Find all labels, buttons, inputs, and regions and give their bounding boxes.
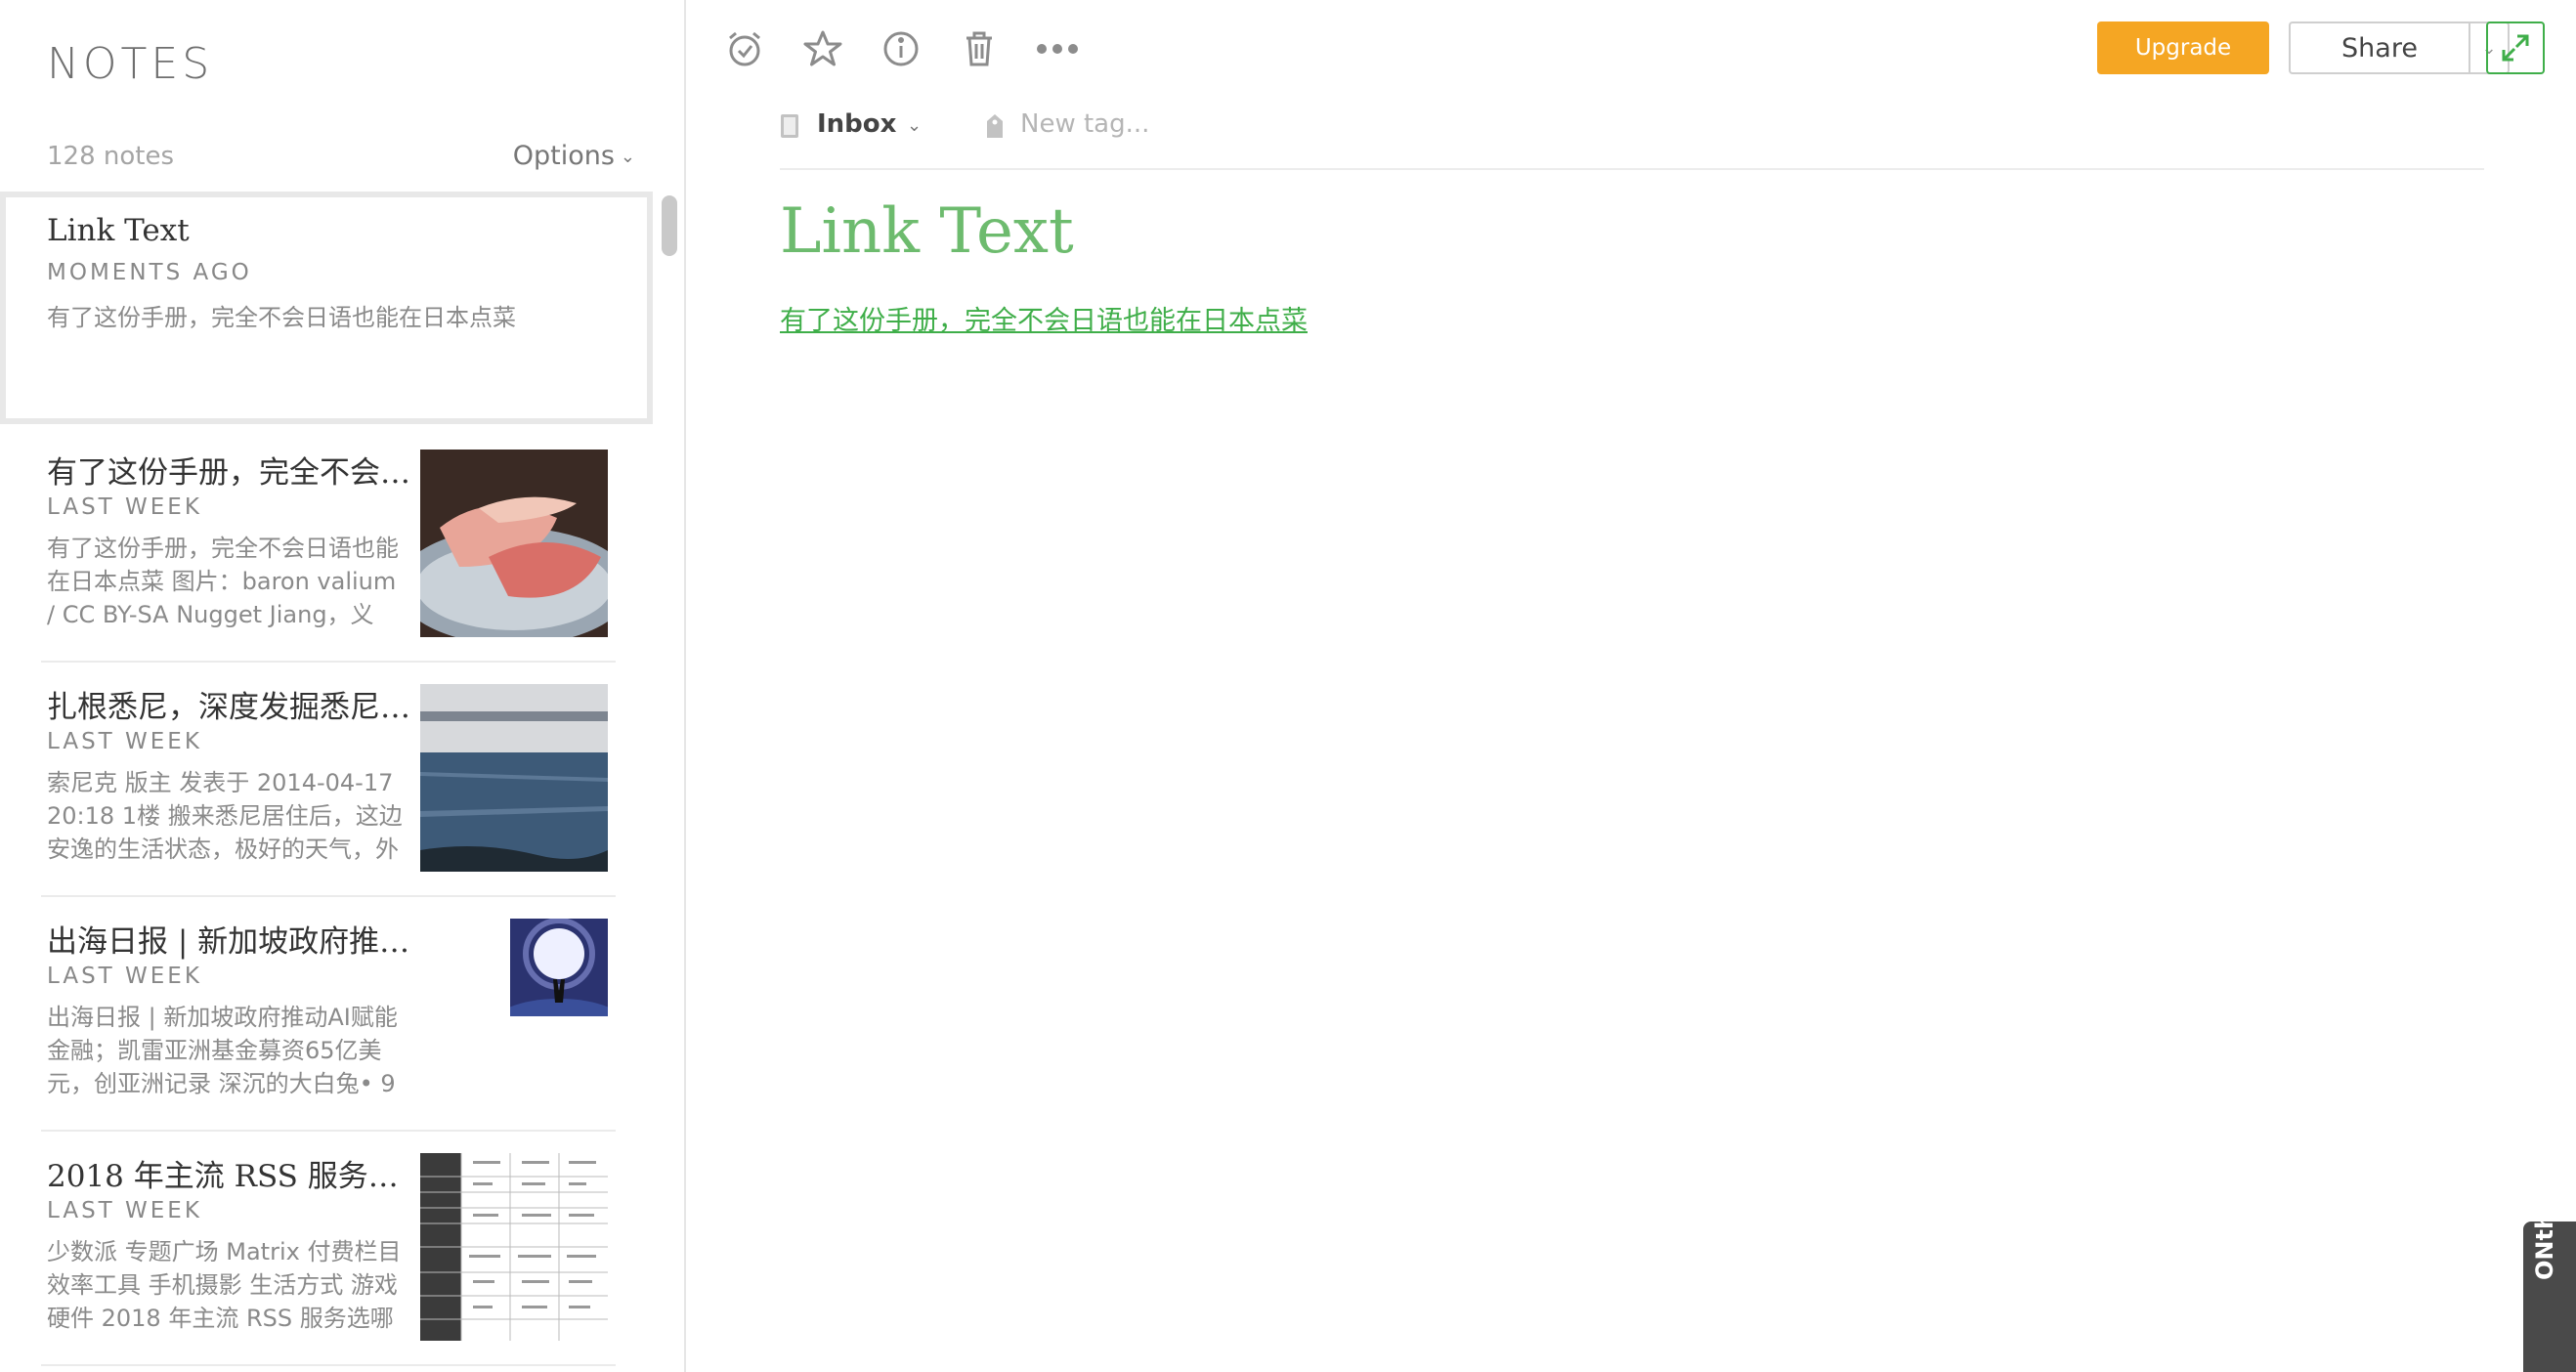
note-snippet: 有了这份手册，完全不会日语也能在日本点菜 图片：baron valium / C… (47, 535, 399, 628)
note-date: LAST WEEK (47, 494, 202, 520)
note-card[interactable]: Link Text MOMENTS AGO 有了这份手册，完全不会日语也能在日本… (0, 192, 653, 424)
upgrade-button[interactable]: Upgrade (2097, 21, 2269, 74)
note-date: LAST WEEK (47, 1198, 202, 1223)
divider (41, 1364, 616, 1366)
chevron-down-icon[interactable]: ⌄ (907, 115, 922, 136)
sushi-thumbnail (420, 450, 608, 637)
note-snippet: 索尼克 版主 发表于 2014-04-17 20:18 1楼 搬来悉尼居住后，这… (47, 769, 403, 863)
divider (780, 168, 2484, 170)
harbor-thumbnail (420, 684, 608, 872)
table-thumbnail (420, 1153, 608, 1341)
note-snippet: 有了这份手册，完全不会日语也能在日本点菜 (47, 304, 516, 331)
options-label: Options (512, 141, 615, 171)
note-date: MOMENTS AGO (47, 260, 252, 285)
note-link[interactable]: 有了这份手册，完全不会日语也能在日本点菜 (780, 299, 1308, 337)
note-card[interactable]: 有了这份手册，完全不会… LAST WEEK 有了这份手册，完全不会日语也能在日… (0, 428, 653, 663)
note-title: Link Text (47, 213, 190, 248)
options-button[interactable]: Options ⌄ (513, 141, 635, 171)
web-clipper-label: ONthink (2531, 1172, 2558, 1280)
notes-title: NOTES (47, 39, 214, 89)
notes-panel: NOTES 128 notes Options ⌄ Link Text MOMEN… (0, 0, 686, 1372)
new-tag-input[interactable]: New tag... (1020, 109, 1149, 139)
tag-icon (987, 114, 1003, 138)
note-date: LAST WEEK (47, 964, 202, 989)
notes-count: 128 notes (47, 142, 175, 171)
notebook-selector[interactable]: Inbox (817, 109, 896, 139)
note-snippet: 出海日报 | 新加坡政府推动AI赋能金融；凯雷亚洲基金募资65亿美元，创亚洲记录… (47, 1004, 398, 1097)
expand-button[interactable] (2486, 21, 2545, 74)
notes-list: Link Text MOMENTS AGO 有了这份手册，完全不会日语也能在日本… (0, 192, 653, 1372)
reminder-icon[interactable] (723, 25, 766, 72)
note-card[interactable]: 2018 年主流 RSS 服务选… LAST WEEK 少数派 专题广场 Mat… (0, 1132, 653, 1366)
share-button[interactable]: Share (2289, 21, 2469, 74)
notes-scrollbar[interactable] (662, 195, 677, 256)
trash-icon[interactable] (958, 25, 1001, 72)
note-date: LAST WEEK (47, 729, 202, 754)
note-title: 2018 年主流 RSS 服务选… (47, 1159, 418, 1194)
moon-rabbit-thumbnail (510, 919, 608, 1016)
note-card[interactable]: 出海日报 | 新加坡政府推… LAST WEEK 出海日报 | 新加坡政府推动A… (0, 897, 653, 1132)
expand-icon (2502, 34, 2529, 62)
note-heading[interactable]: Link Text (780, 195, 1074, 268)
more-icon[interactable] (1036, 25, 1079, 72)
notebook-icon (781, 114, 798, 138)
note-card[interactable]: 扎根悉尼，深度发掘悉尼… LAST WEEK 索尼克 版主 发表于 2014-0… (0, 663, 653, 897)
note-title: 有了这份手册，完全不会… (47, 455, 410, 491)
chevron-down-icon: ⌄ (620, 147, 635, 167)
note-snippet: 少数派 专题广场 Matrix 付费栏目 效率工具 手机摄影 生活方式 游戏 硬… (47, 1238, 402, 1332)
info-icon[interactable] (880, 25, 923, 72)
note-title: 出海日报 | 新加坡政府推… (47, 924, 410, 960)
star-icon[interactable] (801, 25, 844, 72)
note-title: 扎根悉尼，深度发掘悉尼… (47, 690, 410, 725)
